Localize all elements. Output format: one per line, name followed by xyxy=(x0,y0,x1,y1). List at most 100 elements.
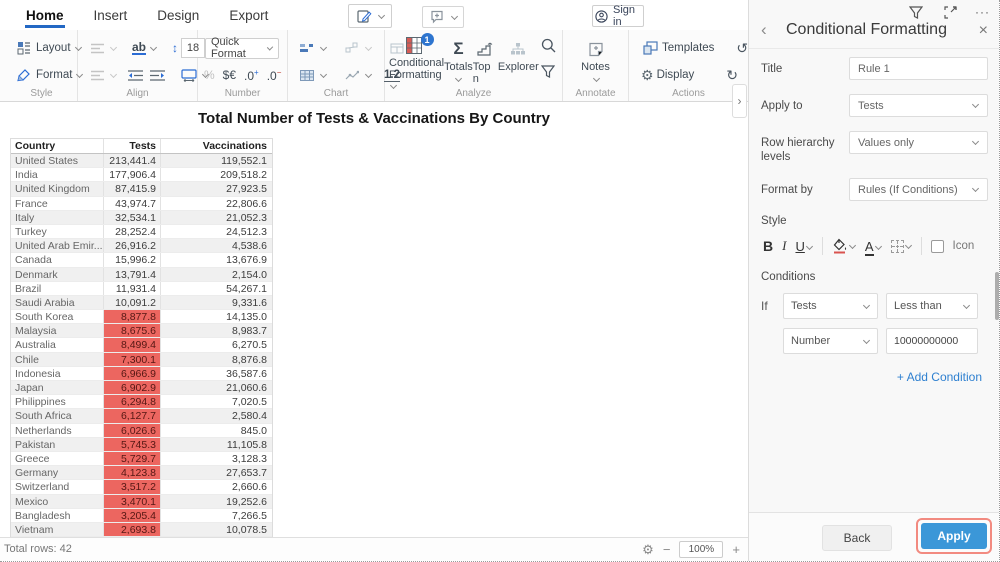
table-row[interactable]: Canada 15,996.2 13,676.9 xyxy=(11,253,272,268)
fill-color-button[interactable] xyxy=(832,238,856,254)
condition-operator-select[interactable]: Less than xyxy=(886,293,978,319)
condition-field-select[interactable]: Tests xyxy=(783,293,878,319)
workbook-area: Home Insert Design Export Sign in Layout… xyxy=(0,0,748,561)
cell-tests: 6,026.6 xyxy=(104,423,161,437)
indent-decrease-icon[interactable] xyxy=(128,66,143,84)
conditional-formatting-button[interactable]: 1 Conditional Formatting xyxy=(389,33,444,90)
italic-button[interactable]: I xyxy=(782,238,786,254)
condition-threshold-input[interactable]: 10000000000 xyxy=(886,328,978,354)
back-button[interactable]: Back xyxy=(822,525,892,551)
apply-to-select[interactable]: Tests xyxy=(849,94,988,117)
table-row[interactable]: Germany 4,123.8 27,653.7 xyxy=(11,466,272,481)
zoom-level-value[interactable]: 100% xyxy=(679,541,724,558)
top-n-button[interactable]: Top n xyxy=(473,34,498,90)
table-row[interactable]: Vietnam 2,693.8 10,078.5 xyxy=(11,522,272,537)
table-row[interactable]: Pakistan 5,745.3 11,105.8 xyxy=(11,437,272,452)
increase-decimal-icon[interactable]: .0+ xyxy=(244,68,259,83)
settings-gear-icon[interactable]: ⚙ xyxy=(642,542,654,558)
underline-button[interactable]: U xyxy=(795,239,813,254)
combo-chart-button[interactable] xyxy=(339,37,376,59)
table-row[interactable]: United Arab Emir... 26,916.2 4,538.6 xyxy=(11,239,272,254)
add-condition-link[interactable]: + Add Condition xyxy=(761,370,982,384)
table-row[interactable]: Brazil 11,931.4 54,267.1 xyxy=(11,281,272,296)
undo-icon[interactable]: ↺ xyxy=(736,40,748,57)
style-section-label: Style xyxy=(761,215,787,227)
table-row[interactable]: Denmark 13,791.4 2,154.0 xyxy=(11,267,272,282)
borders-button[interactable] xyxy=(890,239,912,253)
tab-home[interactable]: Home xyxy=(25,2,65,28)
column-header-vaccinations[interactable]: Vaccinations xyxy=(161,139,272,153)
format-button[interactable]: Format xyxy=(11,64,87,86)
tab-export[interactable]: Export xyxy=(228,2,269,28)
close-icon[interactable]: × xyxy=(979,23,988,39)
table-row[interactable]: Switzerland 3,517.2 2,660.6 xyxy=(11,480,272,495)
table-row[interactable]: United States 213,441.4 119,552.1 xyxy=(11,154,272,169)
paint-bucket-icon xyxy=(832,238,848,254)
decrease-decimal-icon[interactable]: .0− xyxy=(267,68,282,83)
templates-button[interactable]: Templates xyxy=(637,37,718,59)
templates-label: Templates xyxy=(662,42,715,54)
font-color-button[interactable]: A xyxy=(864,238,882,256)
condition-type-select[interactable]: Number xyxy=(783,328,878,354)
table-row[interactable]: South Korea 8,877.8 14,135.0 xyxy=(11,310,272,325)
layout-icon xyxy=(15,39,33,57)
search-icon[interactable] xyxy=(539,36,557,54)
bold-button[interactable]: B xyxy=(763,238,773,254)
redo-icon[interactable]: ↻ xyxy=(726,67,738,84)
more-options-icon[interactable]: ··· xyxy=(975,5,990,19)
column-header-country[interactable]: Country xyxy=(11,139,104,153)
table-row[interactable]: Mexico 3,470.1 19,252.6 xyxy=(11,494,272,509)
layout-button[interactable]: Layout xyxy=(11,37,86,59)
table-row[interactable]: Chile 7,300.1 8,876.8 xyxy=(11,352,272,367)
table-row[interactable]: India 177,906.4 209,518.2 xyxy=(11,168,272,183)
ribbon-collapse-button[interactable]: › xyxy=(732,84,747,118)
cell-vaccinations: 8,876.8 xyxy=(231,353,267,366)
column-header-tests[interactable]: Tests xyxy=(104,139,161,153)
table-row[interactable]: Indonesia 6,966.9 36,587.6 xyxy=(11,366,272,381)
zoom-out-icon[interactable]: − xyxy=(663,542,671,557)
table-row[interactable]: Greece 5,729.7 3,128.3 xyxy=(11,451,272,467)
row-hierarchy-select[interactable]: Values only xyxy=(849,131,988,154)
indent-increase-icon[interactable] xyxy=(150,66,165,84)
display-button[interactable]: ⚙ Display xyxy=(637,65,698,86)
tab-insert[interactable]: Insert xyxy=(93,2,129,28)
percent-format-icon[interactable]: % xyxy=(204,68,215,82)
table-row[interactable]: Malaysia 8,675.6 8,983.7 xyxy=(11,324,272,339)
rule-title-input[interactable]: Rule 1 xyxy=(849,57,988,80)
table-row[interactable]: Australia 8,499.4 6,270.5 xyxy=(11,338,272,353)
table-row[interactable]: Italy 32,534.1 21,052.3 xyxy=(11,210,272,225)
table-row[interactable]: South Africa 6,127.7 2,580.4 xyxy=(11,409,272,424)
apply-button[interactable]: Apply xyxy=(921,523,987,549)
table-row[interactable]: Philippines 6,294.8 7,020.5 xyxy=(11,395,272,410)
table-row[interactable]: Turkey 28,252.4 24,512.3 xyxy=(11,224,272,240)
table-row[interactable]: United Kingdom 87,415.9 27,923.5 xyxy=(11,182,272,197)
tab-design[interactable]: Design xyxy=(156,2,200,28)
zoom-in-icon[interactable]: + xyxy=(732,542,740,557)
currency-format-icon[interactable]: $€ xyxy=(223,68,236,82)
notes-button[interactable]: Notes xyxy=(576,34,616,90)
quick-format-dropdown[interactable]: Quick Format xyxy=(205,36,279,60)
table-row[interactable]: France 43,974.7 22,806.6 xyxy=(11,196,272,211)
horizontal-align-button[interactable] xyxy=(84,64,121,86)
table-row[interactable]: Saudi Arabia 10,091.2 9,331.6 xyxy=(11,295,272,311)
filter-icon[interactable] xyxy=(539,62,557,80)
panel-scrollbar[interactable] xyxy=(995,272,999,320)
vertical-align-button[interactable] xyxy=(84,37,121,59)
text-format-button[interactable]: ab xyxy=(128,39,161,57)
table-row[interactable]: Japan 6,902.9 21,060.6 xyxy=(11,381,272,396)
totals-button[interactable]: Σ Totals xyxy=(444,34,473,90)
explorer-button[interactable]: Explorer xyxy=(498,34,539,90)
bar-chart-button[interactable] xyxy=(294,37,331,59)
table-row[interactable]: Netherlands 6,026.6 845.0 xyxy=(11,423,272,438)
edit-annotation-button[interactable] xyxy=(348,4,392,28)
cell-country: France xyxy=(11,196,104,210)
table-row[interactable]: Bangladesh 3,205.4 7,266.5 xyxy=(11,508,272,523)
cell-country: Denmark xyxy=(11,267,104,281)
icon-checkbox[interactable] xyxy=(930,239,944,253)
table-view-button[interactable] xyxy=(294,64,331,86)
add-comment-button[interactable] xyxy=(422,6,464,28)
back-chevron-icon[interactable]: ‹ xyxy=(761,20,767,40)
format-by-select[interactable]: Rules (If Conditions) xyxy=(849,178,988,201)
line-chart-button[interactable] xyxy=(339,64,376,86)
sign-in-button[interactable]: Sign in xyxy=(592,4,644,28)
